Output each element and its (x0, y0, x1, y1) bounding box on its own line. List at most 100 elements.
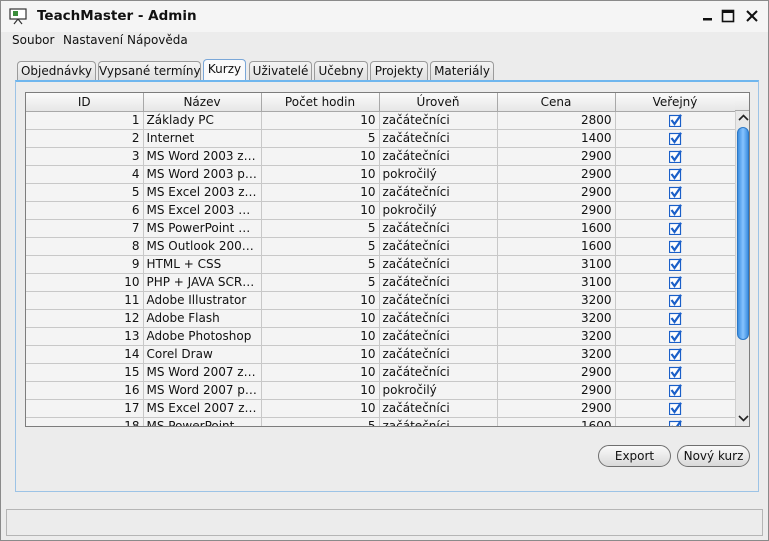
cell-cena[interactable]: 2900 (497, 201, 616, 220)
menu-nastaveni[interactable]: Nastavení (63, 33, 123, 47)
cell-cena[interactable]: 2900 (497, 147, 616, 166)
cell-verejny[interactable] (615, 255, 736, 274)
cell-verejny[interactable] (615, 165, 736, 184)
table-row[interactable]: 16MS Word 2007 pokr...10pokročilý2900 (26, 381, 736, 400)
cell-uroven[interactable]: začátečníci (379, 345, 498, 364)
cell-cena[interactable]: 3100 (497, 255, 616, 274)
cell-uroven[interactable]: začátečníci (379, 309, 498, 328)
cell-pocet-hodin[interactable]: 5 (261, 273, 380, 292)
cell-uroven[interactable]: začátečníci (379, 237, 498, 256)
cell-verejny[interactable] (615, 345, 736, 364)
cell-verejny[interactable] (615, 111, 736, 130)
cell-nazev[interactable]: MS Outlook 2003 za... (143, 237, 262, 256)
menu-napoveda[interactable]: Nápověda (127, 33, 188, 47)
cell-cena[interactable]: 1600 (497, 219, 616, 238)
checkbox-checked-icon[interactable] (668, 168, 682, 181)
cell-id[interactable]: 7 (26, 219, 144, 238)
cell-cena[interactable]: 2900 (497, 399, 616, 418)
cell-verejny[interactable] (615, 399, 736, 418)
cell-pocet-hodin[interactable]: 5 (261, 237, 380, 256)
cell-pocet-hodin[interactable]: 5 (261, 129, 380, 148)
cell-id[interactable]: 17 (26, 399, 144, 418)
cell-uroven[interactable]: začátečníci (379, 363, 498, 382)
table-row[interactable]: 10 PHP + JAVA SCRIPT 5 začátečníci 3100 (26, 273, 736, 292)
cell-verejny[interactable] (615, 309, 736, 328)
cell-nazev[interactable]: MS Word 2003 začá... (143, 147, 262, 166)
tab-uzivatele[interactable]: Uživatelé (249, 61, 312, 81)
cell-id[interactable]: 10 (26, 273, 144, 292)
checkbox-checked-icon[interactable] (668, 204, 682, 217)
cell-verejny[interactable] (615, 327, 736, 346)
cell-uroven[interactable]: začátečníci (379, 147, 498, 166)
cell-nazev[interactable]: Adobe Illustrator (143, 291, 262, 310)
minimize-icon[interactable] (699, 7, 717, 25)
cell-pocet-hodin[interactable]: 10 (261, 399, 380, 418)
cell-id[interactable]: 18 (26, 417, 144, 426)
table-row[interactable]: 5MS Excel 2003 začát...10začátečníci2900 (26, 183, 736, 202)
table-row[interactable]: 2 Internet 5 začátečníci 1400 (26, 129, 736, 148)
column-header-cena[interactable]: Cena (497, 93, 616, 112)
table-row[interactable]: 13 Adobe Photoshop 10 začátečníci 3200 (26, 327, 736, 346)
table-row[interactable]: 12 Adobe Flash 10 začátečníci 3200 (26, 309, 736, 328)
cell-verejny[interactable] (615, 237, 736, 256)
table-row[interactable]: 3MS Word 2003 začá...10začátečníci2900 (26, 147, 736, 166)
cell-nazev[interactable]: MS PowerPoint 200... (143, 417, 262, 426)
cell-verejny[interactable] (615, 129, 736, 148)
cell-nazev[interactable]: MS Word 2007 pokr... (143, 381, 262, 400)
cell-uroven[interactable]: začátečníci (379, 129, 498, 148)
cell-verejny[interactable] (615, 201, 736, 220)
cell-cena[interactable]: 3200 (497, 327, 616, 346)
cell-uroven[interactable]: začátečníci (379, 291, 498, 310)
checkbox-checked-icon[interactable] (668, 366, 682, 379)
cell-verejny[interactable] (615, 147, 736, 166)
cell-nazev[interactable]: Corel Draw (143, 345, 262, 364)
table-row[interactable]: 17MS Excel 2007 začát...10začátečníci290… (26, 399, 736, 418)
cell-id[interactable]: 14 (26, 345, 144, 364)
cell-uroven[interactable]: pokročilý (379, 165, 498, 184)
cell-verejny[interactable] (615, 363, 736, 382)
cell-cena[interactable]: 3200 (497, 345, 616, 364)
cell-verejny[interactable] (615, 219, 736, 238)
cell-nazev[interactable]: MS Word 2003 pokr... (143, 165, 262, 184)
cell-id[interactable]: 4 (26, 165, 144, 184)
export-button[interactable]: Export (598, 445, 671, 467)
table-row[interactable]: 9 HTML + CSS 5 začátečníci 3100 (26, 255, 736, 274)
cell-cena[interactable]: 3100 (497, 273, 616, 292)
chevron-down-icon[interactable] (738, 413, 749, 423)
cell-uroven[interactable]: začátečníci (379, 417, 498, 426)
cell-id[interactable]: 16 (26, 381, 144, 400)
cell-id[interactable]: 2 (26, 129, 144, 148)
tab-objednavky[interactable]: Objednávky (17, 61, 96, 81)
table-row[interactable]: 7 MS PowerPoint 200... 5 začátečníci 1600 (26, 219, 736, 238)
cell-verejny[interactable] (615, 291, 736, 310)
checkbox-checked-icon[interactable] (668, 222, 682, 235)
table-row[interactable]: 15MS Word 2007 začá...10začátečníci2900 (26, 363, 736, 382)
cell-id[interactable]: 5 (26, 183, 144, 202)
table-row[interactable]: 1 Základy PC 10 začátečníci 2800 (26, 111, 736, 130)
cell-nazev[interactable]: Adobe Photoshop (143, 327, 262, 346)
cell-cena[interactable]: 2900 (497, 165, 616, 184)
tab-projekty[interactable]: Projekty (370, 61, 428, 81)
cell-cena[interactable]: 1400 (497, 129, 616, 148)
cell-verejny[interactable] (615, 381, 736, 400)
checkbox-checked-icon[interactable] (668, 276, 682, 289)
maximize-icon[interactable] (719, 7, 737, 25)
cell-uroven[interactable]: začátečníci (379, 255, 498, 274)
cell-id[interactable]: 3 (26, 147, 144, 166)
tab-vypsane-terminy[interactable]: Vypsané termíny (98, 61, 201, 81)
cell-nazev[interactable]: MS Excel 2007 začát... (143, 399, 262, 418)
cell-pocet-hodin[interactable]: 10 (261, 183, 380, 202)
cell-nazev[interactable]: MS Word 2007 začá... (143, 363, 262, 382)
cell-pocet-hodin[interactable]: 10 (261, 111, 380, 130)
vertical-scrollbar[interactable] (735, 111, 749, 426)
cell-uroven[interactable]: začátečníci (379, 111, 498, 130)
cell-pocet-hodin[interactable]: 10 (261, 291, 380, 310)
cell-uroven[interactable]: začátečníci (379, 327, 498, 346)
cell-cena[interactable]: 3200 (497, 291, 616, 310)
table-row[interactable]: 4MS Word 2003 pokr...10pokročilý2900 (26, 165, 736, 184)
cell-nazev[interactable]: MS PowerPoint 200... (143, 219, 262, 238)
cell-pocet-hodin[interactable]: 10 (261, 327, 380, 346)
cell-cena[interactable]: 2900 (497, 183, 616, 202)
checkbox-checked-icon[interactable] (668, 150, 682, 163)
checkbox-checked-icon[interactable] (668, 114, 682, 127)
